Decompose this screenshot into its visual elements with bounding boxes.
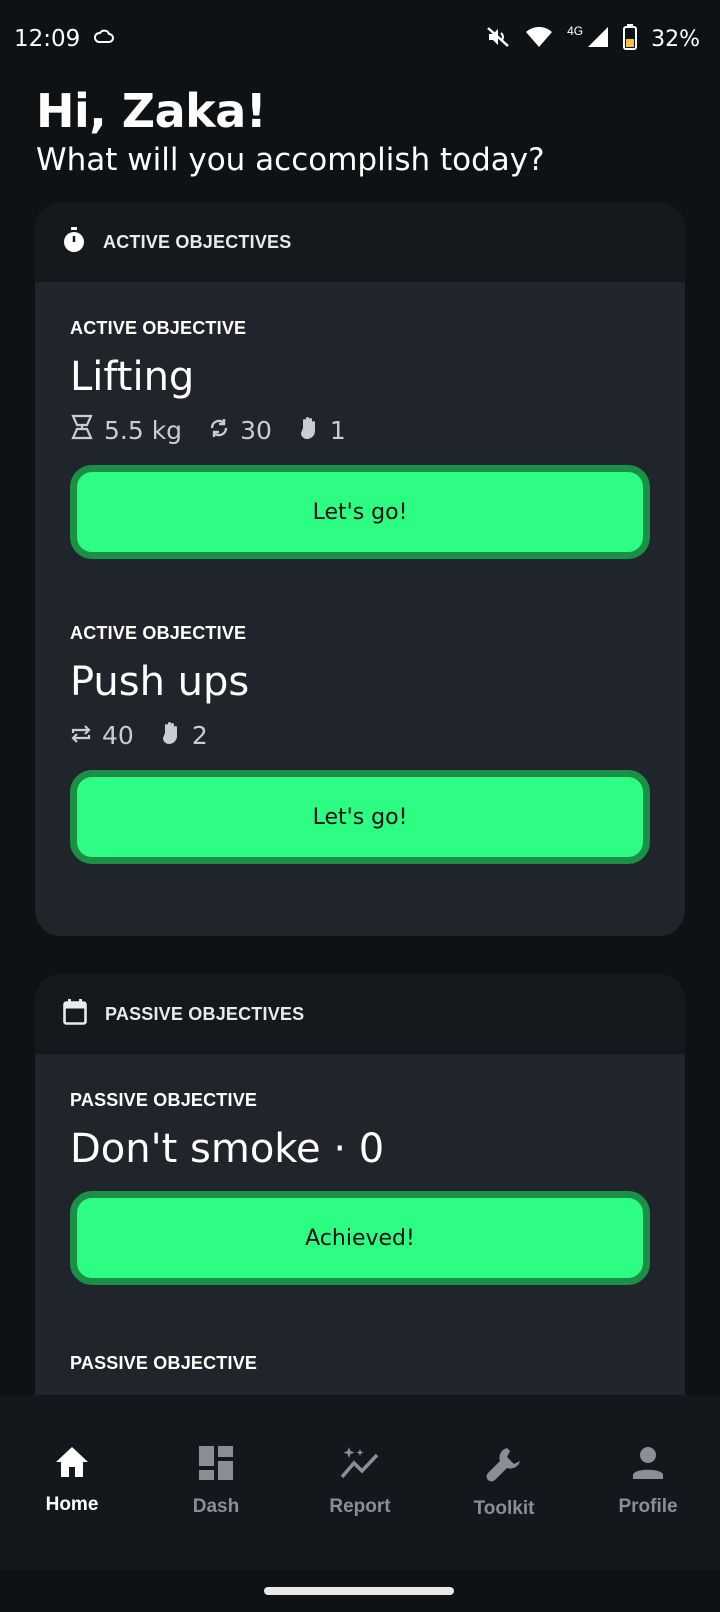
status-bar: 12:09 4G 32% [0, 0, 720, 78]
weight-stat: 5.5 kg [70, 414, 182, 446]
greeting-title: Hi, Zaka! [36, 84, 267, 138]
cloud-icon [94, 29, 115, 50]
repeat-icon [70, 721, 92, 750]
nav-label: Home [45, 1494, 99, 1515]
nav-toolkit[interactable]: Toolkit [439, 1445, 569, 1520]
active-objectives-title: ACTIVE OBJECTIVES [103, 231, 292, 252]
greeting-subtitle: What will you accomplish today? [36, 142, 545, 178]
nav-dash[interactable]: Dash [151, 1445, 281, 1518]
objective-kicker: PASSIVE OBJECTIVE [70, 1090, 258, 1110]
active-objectives-card: ACTIVE OBJECTIVES ACTIVE OBJECTIVE Lifti… [35, 202, 685, 936]
reps-value: 40 [102, 720, 134, 750]
objective-stats: 5.5 kg 30 1 [70, 413, 650, 447]
objective-dont-smoke: PASSIVE OBJECTIVE Don't smoke · 0 Achiev… [35, 1054, 685, 1285]
objective-title: Lifting [70, 354, 195, 400]
weight-icon [70, 414, 94, 446]
nav-label: Dash [192, 1496, 240, 1517]
objective-stats: 40 2 [70, 718, 650, 752]
hand-stat: 2 [160, 719, 208, 751]
dashboard-icon [198, 1445, 234, 1486]
sets-value: 30 [240, 415, 272, 445]
wifi-icon [525, 26, 553, 53]
passive-objectives-title: PASSIVE OBJECTIVES [105, 1003, 305, 1024]
objective-title: Don't smoke · 0 [70, 1126, 385, 1172]
wrench-icon [485, 1445, 523, 1488]
reps-stat: 40 [70, 721, 134, 750]
sets-stat: 30 [208, 416, 272, 445]
passive-objectives-card: PASSIVE OBJECTIVES PASSIVE OBJECTIVE Don… [35, 974, 685, 1434]
home-icon [54, 1445, 90, 1484]
objective-push-ups: ACTIVE OBJECTIVE Push ups 40 2 Let's go! [35, 559, 685, 864]
objective-title: Push ups [70, 659, 250, 705]
bottom-nav: Home Dash Report Toolkit Profile [0, 1395, 720, 1570]
hand-icon [160, 719, 182, 751]
hand-value: 2 [191, 720, 208, 750]
person-icon [630, 1445, 666, 1486]
stopwatch-icon [63, 226, 85, 258]
hand-value: 1 [329, 415, 346, 445]
objective-lifting: ACTIVE OBJECTIVE Lifting 5.5 kg 30 1 Let… [35, 282, 685, 559]
nav-report[interactable]: Report [295, 1445, 425, 1518]
status-left: 12:09 [14, 26, 115, 52]
lets-go-button[interactable]: Let's go! [70, 770, 650, 864]
objective-passive-2: PASSIVE OBJECTIVE [35, 1285, 685, 1374]
objective-kicker: ACTIVE OBJECTIVE [70, 318, 247, 338]
battery-icon [623, 23, 638, 55]
objective-kicker: PASSIVE OBJECTIVE [70, 1353, 258, 1373]
greeting: Hi, Zaka! What will you accomplish today… [36, 82, 545, 180]
nav-label: Profile [618, 1496, 678, 1517]
sync-icon [208, 416, 230, 445]
gesture-handle[interactable] [264, 1587, 454, 1595]
report-icon [340, 1445, 380, 1486]
hand-icon [298, 414, 320, 446]
hand-stat: 1 [298, 414, 346, 446]
lets-go-button[interactable]: Let's go! [70, 465, 650, 559]
nav-label: Toolkit [473, 1498, 535, 1519]
nav-home[interactable]: Home [7, 1445, 137, 1516]
active-objectives-header: ACTIVE OBJECTIVES [35, 202, 685, 282]
battery-percent: 32% [651, 26, 700, 52]
network-type: 4G [567, 24, 584, 38]
status-time: 12:09 [14, 26, 81, 52]
achieved-button[interactable]: Achieved! [70, 1191, 650, 1285]
mute-icon [485, 25, 511, 54]
weight-value: 5.5 kg [104, 415, 183, 445]
calendar-icon [63, 998, 87, 1030]
nav-label: Report [329, 1496, 391, 1517]
objective-kicker: ACTIVE OBJECTIVE [70, 623, 247, 643]
status-right: 4G 32% [485, 23, 700, 55]
signal-icon [587, 26, 609, 53]
nav-profile[interactable]: Profile [583, 1445, 713, 1518]
passive-objectives-header: PASSIVE OBJECTIVES [35, 974, 685, 1054]
